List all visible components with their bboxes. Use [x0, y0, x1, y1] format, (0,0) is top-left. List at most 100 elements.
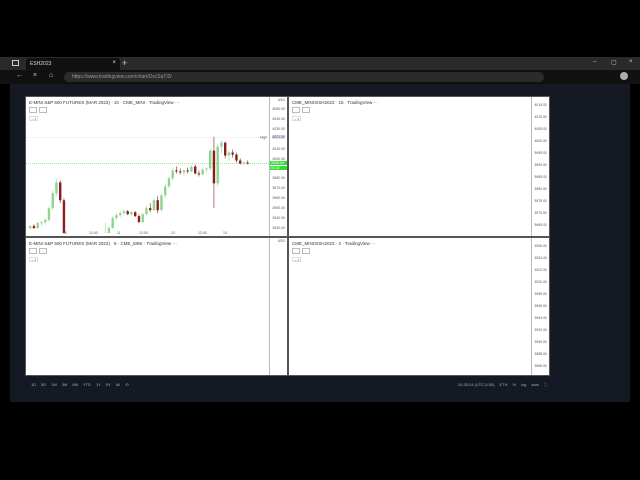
- price-axis[interactable]: USD 4050.00 4040.00 4030.00 4010.00 4000.00 3…: [269, 97, 287, 236]
- range-6m[interactable]: 6M: [72, 382, 78, 387]
- clock-time[interactable]: 10:35:24 (UTC-5:30): [458, 382, 495, 387]
- more-icon[interactable]: ···: [371, 241, 376, 246]
- price-label: 3970.00: [534, 211, 547, 215]
- high-marker: High: [260, 136, 267, 140]
- tab-esh2023[interactable]: ESH2023 ×: [26, 58, 120, 70]
- price-label: 3992.00: [534, 328, 547, 332]
- range-1y[interactable]: 1Y: [96, 382, 101, 387]
- stop-icon[interactable]: ×: [33, 72, 37, 79]
- collapse-button[interactable]: ⌄ 4: [29, 257, 38, 262]
- candle: [220, 142, 223, 147]
- range-5d[interactable]: 5D: [41, 382, 46, 387]
- range-all[interactable]: All: [116, 382, 120, 387]
- candle: [167, 178, 171, 187]
- range-5y[interactable]: 5Y: [106, 382, 111, 387]
- home-icon[interactable]: ⌂: [49, 72, 53, 79]
- indicator-button[interactable]: …: [29, 248, 37, 254]
- chart-pane-2[interactable]: CME_MINI:ESH2023 · 2 · TradingView ··· ……: [288, 237, 550, 376]
- candle: [209, 150, 212, 169]
- auto-toggle[interactable]: auto: [531, 382, 539, 387]
- range-1m[interactable]: 1M: [51, 382, 57, 387]
- price-label: 3965.00: [534, 223, 547, 227]
- high-price-label: 4021.50: [272, 135, 285, 140]
- candle: [122, 211, 126, 214]
- candle: [175, 170, 178, 172]
- candle: [145, 208, 148, 215]
- collapse-button[interactable]: ⌄ 4: [292, 116, 301, 121]
- indicator-button[interactable]: …: [292, 248, 300, 254]
- chart-legend: CME_MINI:ESH2023 · 2 · TradingView ···: [292, 241, 376, 246]
- price-label: 3990.00: [534, 163, 547, 167]
- price-axis[interactable]: 4006.00 4004.00 4002.00 4000.00 3998.00 3996.…: [531, 238, 549, 375]
- indicator-button[interactable]: …: [39, 248, 47, 254]
- minimize-button[interactable]: –: [593, 59, 596, 65]
- new-tab-button[interactable]: +: [122, 58, 127, 68]
- range-3m[interactable]: 3M: [62, 382, 68, 387]
- price-axis[interactable]: USD: [269, 238, 287, 375]
- price-label: 3988.00: [534, 352, 547, 356]
- time-label: 12: [171, 231, 175, 235]
- price-label: 4010.00: [534, 115, 547, 119]
- more-icon[interactable]: ···: [373, 100, 378, 105]
- candle: [227, 152, 231, 156]
- close-window-button[interactable]: ×: [629, 59, 633, 65]
- profile-avatar[interactable]: [620, 72, 628, 80]
- maximize-button[interactable]: ▢: [611, 59, 617, 66]
- price-label: 3980.00: [272, 176, 285, 181]
- candle: [130, 212, 133, 215]
- candle: [55, 182, 58, 194]
- price-label: 4040.00: [272, 116, 285, 121]
- price-label: 3998.00: [534, 292, 547, 296]
- chart-pane-5[interactable]: E-MINI S&P 500 FUTURES (MAR 2023) · 5 · …: [25, 237, 288, 376]
- candle: [171, 170, 174, 179]
- price-label: 4050.00: [272, 106, 285, 111]
- candle: [194, 166, 197, 174]
- candle: [32, 226, 36, 229]
- candle: [190, 166, 193, 172]
- price-axis[interactable]: 4015.00 4010.00 4005.00 4000.00 3995.00 3990.…: [531, 97, 549, 236]
- time-label: 13: [223, 231, 227, 235]
- candle: [47, 208, 51, 221]
- indicator-button[interactable]: …: [292, 107, 300, 113]
- back-icon[interactable]: ←: [16, 72, 23, 79]
- candle: [239, 160, 242, 164]
- tab-actions-icon[interactable]: [12, 60, 19, 66]
- candle: [186, 170, 189, 172]
- percent-toggle[interactable]: %: [512, 382, 516, 387]
- candle: [115, 215, 118, 219]
- candle: [160, 195, 163, 211]
- price-label: 3950.00: [272, 206, 285, 211]
- goto-date-icon[interactable]: ⟲: [125, 382, 128, 387]
- url-input[interactable]: https://www.tradingview.com/chart/DxcSqT…: [64, 72, 544, 82]
- chart-legend: CME_MINI:ESH2023 · 15 · TradingView ···: [292, 100, 378, 105]
- candle: [179, 171, 182, 173]
- price-label: 4000.00: [534, 139, 547, 143]
- candle: [40, 222, 43, 224]
- fullscreen-icon[interactable]: ⛶: [544, 382, 547, 387]
- range-ytd[interactable]: YTD: [83, 382, 91, 387]
- candle: [126, 211, 129, 215]
- indicator-button[interactable]: …: [302, 248, 310, 254]
- log-toggle[interactable]: log: [521, 382, 526, 387]
- candle: [201, 169, 204, 175]
- price-label: 3975.00: [534, 199, 547, 203]
- price-label: 4000.00: [534, 280, 547, 284]
- candlestick-chart[interactable]: High: [26, 97, 271, 233]
- price-label: 3994.00: [534, 316, 547, 320]
- candle: [231, 152, 234, 155]
- candle: [197, 173, 201, 175]
- chart-pane-1h[interactable]: E-MINI S&P 500 FUTURES (MAR 2023) · 1h ·…: [25, 96, 288, 237]
- chart-legend: E-MINI S&P 500 FUTURES (MAR 2023) · 5 · …: [29, 241, 177, 246]
- range-1d[interactable]: 1D: [31, 382, 36, 387]
- collapse-button[interactable]: ⌄ 4: [292, 257, 301, 262]
- tab-title: ESH2023: [30, 61, 52, 67]
- indicator-button[interactable]: …: [302, 107, 310, 113]
- price-label: 3985.00: [534, 175, 547, 179]
- chart-pane-15[interactable]: CME_MINI:ESH2023 · 15 · TradingView ··· …: [288, 96, 550, 237]
- close-tab-icon[interactable]: ×: [112, 60, 116, 66]
- tab-bar: ESH2023 × + – ▢ ×: [0, 57, 640, 70]
- session-toggle[interactable]: ETH: [499, 382, 507, 387]
- price-label: 4006.00: [534, 244, 547, 248]
- more-icon[interactable]: ···: [172, 241, 177, 246]
- candle: [216, 146, 219, 184]
